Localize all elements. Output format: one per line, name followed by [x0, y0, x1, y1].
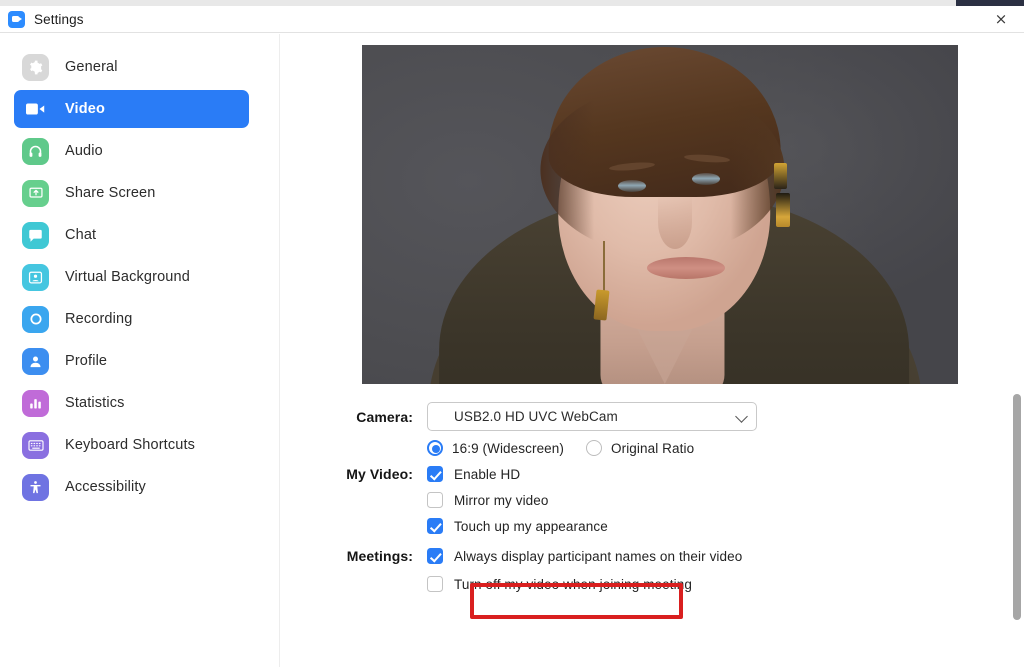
checkbox-label: Touch up my appearance: [454, 518, 608, 534]
sidebar-item-video[interactable]: Video: [14, 90, 249, 128]
checkbox-indicator: [427, 548, 443, 564]
title-bar: Settings ×: [0, 6, 1024, 33]
sidebar: General Video Audio Share Screen Chat Vi…: [0, 34, 280, 667]
checkbox-mirror-my-video[interactable]: Mirror my video: [427, 492, 549, 508]
zoom-logo-icon: [8, 10, 25, 28]
chat-bubble-icon: [22, 221, 49, 249]
preview-mouth: [647, 257, 725, 279]
checkbox-indicator: [427, 492, 443, 508]
sidebar-item-keyboard-shortcuts[interactable]: Keyboard Shortcuts: [14, 426, 249, 464]
checkbox-label: Mirror my video: [454, 492, 549, 508]
meetings-label: Meetings:: [346, 548, 413, 564]
preview-earring-right-top: [774, 163, 787, 189]
sidebar-item-recording[interactable]: Recording: [14, 300, 249, 338]
sidebar-item-label: Keyboard Shortcuts: [65, 437, 196, 453]
person-frame-icon: [22, 263, 49, 291]
checkbox-label: Enable HD: [454, 466, 521, 482]
window-title: Settings: [34, 11, 84, 27]
my-video-row: My Video: Enable HD: [281, 466, 1024, 482]
aspect-ratio-row: . 16:9 (Widescreen) Original Ratio: [281, 440, 1024, 456]
radio-label: Original Ratio: [611, 440, 695, 456]
checkbox-enable-hd[interactable]: Enable HD: [427, 466, 520, 482]
camera-select[interactable]: USB2.0 HD UVC WebCam: [427, 402, 757, 431]
keyboard-icon: [22, 431, 49, 459]
sidebar-item-label: Statistics: [65, 395, 125, 411]
preview-eye-right: [692, 173, 720, 185]
checkbox-turn-off-my-video-when-joining[interactable]: Turn off my video when joining meeting: [427, 576, 692, 592]
sidebar-item-label: Share Screen: [65, 185, 156, 201]
accessibility-icon: [22, 473, 49, 501]
scrollbar-thumb[interactable]: [1013, 394, 1021, 620]
checkbox-always-display-participant-names[interactable]: Always display participant names on thei…: [427, 548, 742, 564]
sidebar-item-general[interactable]: General: [14, 48, 249, 86]
settings-window: Settings × General Video Audio Share Scr…: [0, 0, 1024, 667]
preview-earring-wire: [603, 241, 605, 295]
record-circle-icon: [22, 305, 49, 333]
aspect-ratio-group: 16:9 (Widescreen) Original Ratio: [427, 440, 716, 456]
radio-16-9-widescreen[interactable]: 16:9 (Widescreen): [427, 440, 564, 456]
sidebar-item-profile[interactable]: Profile: [14, 342, 249, 380]
share-screen-icon: [22, 179, 49, 207]
sidebar-item-share-screen[interactable]: Share Screen: [14, 174, 249, 212]
sidebar-item-label: Chat: [65, 227, 97, 243]
checkbox-indicator: [427, 576, 443, 592]
sidebar-item-accessibility[interactable]: Accessibility: [14, 468, 249, 506]
sidebar-item-virtual-background[interactable]: Virtual Background: [14, 258, 249, 296]
checkbox-label: Always display participant names on thei…: [454, 548, 743, 564]
settings-form: Camera: USB2.0 HD UVC WebCam . 16:9 (Wid…: [281, 402, 1024, 619]
vertical-scrollbar[interactable]: [1009, 34, 1024, 667]
radio-indicator: [427, 440, 443, 456]
sidebar-item-label: Audio: [65, 143, 103, 159]
video-camera-icon: [22, 96, 49, 123]
gear-icon: [22, 53, 49, 81]
sidebar-item-label: General: [65, 59, 118, 75]
touch-up-appearance-row: . Touch up my appearance: [281, 518, 1024, 534]
radio-indicator: [586, 440, 602, 456]
preview-nose: [658, 195, 692, 249]
headphones-icon: [22, 137, 49, 165]
turn-off-video-row: . Turn off my video when joining meeting: [281, 576, 1024, 592]
my-video-label: My Video:: [346, 466, 413, 482]
preview-earring-right-bottom: [776, 193, 790, 227]
close-icon[interactable]: ×: [978, 6, 1024, 32]
chevron-down-icon: [735, 410, 748, 423]
camera-label: Camera:: [356, 408, 413, 425]
radio-original-ratio[interactable]: Original Ratio: [586, 440, 694, 456]
mirror-video-row: . Mirror my video: [281, 492, 1024, 508]
sidebar-item-label: Recording: [65, 311, 133, 327]
meetings-row: Meetings: Always display participant nam…: [281, 548, 1024, 564]
sidebar-item-label: Video: [65, 101, 105, 117]
camera-row: Camera: USB2.0 HD UVC WebCam: [281, 402, 1024, 431]
sidebar-item-label: Accessibility: [65, 479, 146, 495]
sidebar-item-audio[interactable]: Audio: [14, 132, 249, 170]
radio-label: 16:9 (Widescreen): [452, 440, 564, 456]
checkbox-label: Turn off my video when joining meeting: [454, 576, 692, 592]
camera-select-value: USB2.0 HD UVC WebCam: [454, 409, 618, 424]
checkbox-indicator: [427, 518, 443, 534]
bar-chart-icon: [22, 389, 49, 417]
camera-preview: [362, 45, 958, 384]
sidebar-item-chat[interactable]: Chat: [14, 216, 249, 254]
sidebar-item-label: Virtual Background: [65, 269, 190, 285]
user-icon: [22, 347, 49, 375]
sidebar-item-label: Profile: [65, 353, 108, 369]
sidebar-item-statistics[interactable]: Statistics: [14, 384, 249, 422]
checkbox-indicator: [427, 466, 443, 482]
checkbox-touch-up-my-appearance[interactable]: Touch up my appearance: [427, 518, 608, 534]
settings-content: Camera: USB2.0 HD UVC WebCam . 16:9 (Wid…: [281, 34, 1024, 667]
preview-eye-left: [618, 180, 646, 192]
